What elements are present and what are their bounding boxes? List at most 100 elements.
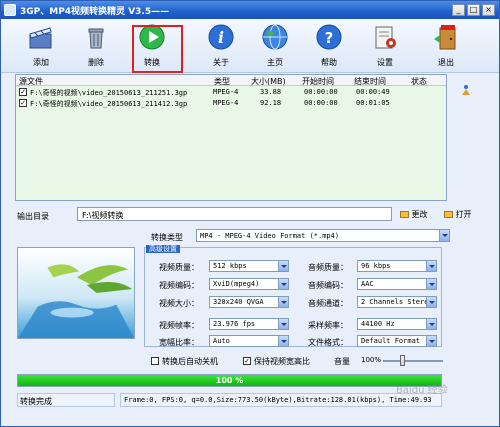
audio-quality-label: 音频质量： xyxy=(308,263,348,272)
add-clapboard-icon xyxy=(29,27,52,49)
window-title: 3GP、MP4视频转换精灵 V3.5—— xyxy=(20,7,170,17)
column-size[interactable]: 大小(MB) xyxy=(251,76,286,87)
figure-icon[interactable] xyxy=(460,84,472,96)
column-end-time[interactable]: 结束时间 xyxy=(354,76,386,87)
format-value: MP4 - MPEG-4 Video Format (*.mp4) xyxy=(200,232,340,240)
app-icon xyxy=(4,4,16,16)
video-fps-select[interactable]: 23.976 fps xyxy=(209,318,289,330)
row-size: 92.18 xyxy=(260,99,282,107)
row-checkbox[interactable]: ✓ xyxy=(19,88,27,96)
aspect-ratio-label: 宽幅比率： xyxy=(159,338,199,347)
table-row[interactable]: ✓ F:\奇怪的视频\video_20150613_211412.3gp MPE… xyxy=(16,98,446,109)
auto-shutdown-label[interactable]: 转换后自动关机 xyxy=(162,356,218,367)
chevron-down-icon[interactable] xyxy=(426,297,436,307)
sample-rate-select[interactable]: 44100 Hz xyxy=(357,318,437,330)
close-button[interactable]: × xyxy=(482,4,495,16)
about-label: 关于 xyxy=(213,58,229,67)
audio-quality-value: 96 kbps xyxy=(361,262,391,270)
video-fps-value: 23.976 fps xyxy=(213,320,256,328)
advanced-settings-group: 高级设置 视频质量： 512 kbps 视频编码： XviD(mpeg4) 视频… xyxy=(144,245,442,347)
keep-ratio-checkbox[interactable]: ✓ xyxy=(243,357,251,365)
exit-door-icon xyxy=(434,25,456,50)
auto-shutdown-checkbox[interactable] xyxy=(151,357,159,365)
keep-ratio-label[interactable]: 保持视频宽高比 xyxy=(254,356,310,367)
change-dir-button[interactable]: 更改 xyxy=(400,209,428,220)
column-start-time[interactable]: 开始时间 xyxy=(302,76,334,87)
chevron-down-icon[interactable] xyxy=(426,261,436,271)
row-start: 00:00:00 xyxy=(304,88,338,96)
toolbar: 添加 删除 转换 i 关于 主页 ? 帮助 设置 退出 xyxy=(1,19,499,73)
add-button[interactable]: 添加 xyxy=(21,23,61,71)
volume-value: 100% xyxy=(361,356,382,364)
video-quality-label: 视频质量： xyxy=(159,263,199,272)
column-status[interactable]: 状态 xyxy=(411,76,427,87)
chevron-down-icon[interactable] xyxy=(278,336,288,346)
home-button[interactable]: 主页 xyxy=(255,23,295,71)
delete-button[interactable]: 删除 xyxy=(76,23,116,71)
sample-rate-label: 采样频率： xyxy=(308,321,348,330)
aspect-ratio-select[interactable]: Auto xyxy=(209,335,289,347)
maximize-button[interactable]: □ xyxy=(467,4,480,16)
format-label: 转换类型 xyxy=(151,233,183,242)
row-checkbox[interactable]: ✓ xyxy=(19,99,27,107)
svg-text:i: i xyxy=(218,28,224,47)
video-size-value: 320x240 QVGA xyxy=(213,298,264,306)
file-format-select[interactable]: Default Format xyxy=(357,335,437,347)
change-label: 更改 xyxy=(411,210,428,219)
column-source-file[interactable]: 源文件 xyxy=(19,76,43,87)
video-fps-label: 视频帧率： xyxy=(159,321,199,330)
exit-button[interactable]: 退出 xyxy=(426,23,466,71)
list-header: 源文件 类型 大小(MB) 开始时间 结束时间 状态 xyxy=(16,75,446,86)
video-codec-select[interactable]: XviD(mpeg4) xyxy=(209,278,289,290)
video-codec-value: XviD(mpeg4) xyxy=(213,280,260,288)
row-file: F:\奇怪的视频\video_20150613_211412.3gp xyxy=(30,100,188,108)
row-type: MPEG-4 xyxy=(213,88,239,96)
delete-label: 删除 xyxy=(88,58,104,67)
file-list[interactable]: 源文件 类型 大小(MB) 开始时间 结束时间 状态 ✓ F:\奇怪的视频\vi… xyxy=(15,74,447,201)
audio-channel-value: 2 Channels Stere xyxy=(361,298,429,306)
video-quality-value: 512 kbps xyxy=(213,262,247,270)
row-end: 00:01:05 xyxy=(356,99,390,107)
open-folder-icon xyxy=(444,211,453,218)
open-dir-button[interactable]: 打开 xyxy=(444,209,472,220)
advanced-settings-title: 高级设置 xyxy=(146,245,180,253)
output-dir-field[interactable]: F:\视频转换 xyxy=(77,207,392,221)
help-label: 帮助 xyxy=(321,58,337,67)
output-dir-label: 输出目录 xyxy=(17,212,49,221)
file-format-label: 文件格式： xyxy=(308,338,348,347)
exit-label: 退出 xyxy=(438,58,454,67)
row-end: 00:00:49 xyxy=(356,88,390,96)
chevron-down-icon[interactable] xyxy=(426,279,436,289)
video-quality-select[interactable]: 512 kbps xyxy=(209,260,289,272)
chevron-down-icon[interactable] xyxy=(278,261,288,271)
video-size-select[interactable]: 320x240 QVGA xyxy=(209,296,289,308)
settings-button[interactable]: 设置 xyxy=(365,23,405,71)
audio-quality-select[interactable]: 96 kbps xyxy=(357,260,437,272)
chevron-down-icon[interactable] xyxy=(278,319,288,329)
sample-rate-value: 44100 Hz xyxy=(361,320,395,328)
folder-icon xyxy=(400,211,409,218)
file-format-value: Default Format xyxy=(361,337,421,345)
audio-codec-select[interactable]: AAC xyxy=(357,278,437,290)
minimize-button[interactable]: _ xyxy=(452,4,465,16)
progress-text: 100 % xyxy=(215,376,244,385)
progress-bar: 100 % xyxy=(17,374,442,387)
help-button[interactable]: ? 帮助 xyxy=(309,23,349,71)
format-select[interactable]: MP4 - MPEG-4 Video Format (*.mp4) xyxy=(196,229,450,242)
video-codec-label: 视频编码： xyxy=(159,281,199,290)
volume-slider-track[interactable] xyxy=(383,360,443,362)
audio-codec-label: 音频编码： xyxy=(308,281,348,290)
row-size: 33.88 xyxy=(260,88,282,96)
chevron-down-icon[interactable] xyxy=(426,336,436,346)
chevron-down-icon[interactable] xyxy=(278,297,288,307)
chevron-down-icon[interactable] xyxy=(426,319,436,329)
table-row[interactable]: ✓ F:\奇怪的视频\video_20150613_211251.3gp MPE… xyxy=(16,87,446,98)
row-type: MPEG-4 xyxy=(213,99,239,107)
volume-slider-thumb[interactable] xyxy=(399,355,405,366)
column-type[interactable]: 类型 xyxy=(214,76,230,87)
chevron-down-icon[interactable] xyxy=(439,230,449,241)
audio-channel-select[interactable]: 2 Channels Stere xyxy=(357,296,437,308)
about-button[interactable]: i 关于 xyxy=(201,23,241,71)
title-bar: 3GP、MP4视频转换精灵 V3.5—— _ □ × xyxy=(1,1,499,19)
chevron-down-icon[interactable] xyxy=(278,279,288,289)
